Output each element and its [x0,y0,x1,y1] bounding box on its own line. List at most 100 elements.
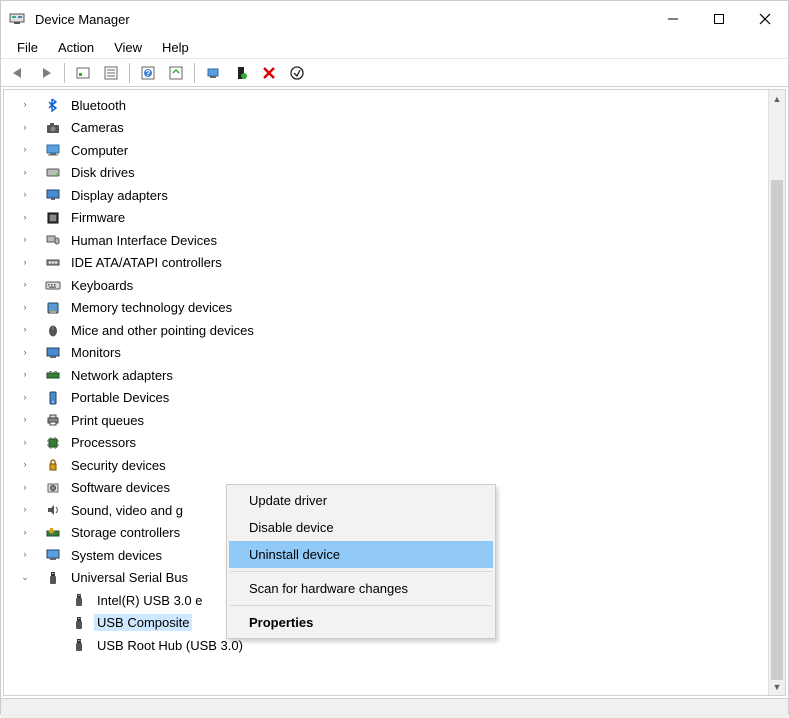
portable-icon [42,389,64,407]
tree-category[interactable]: › Processors [12,432,768,455]
collapse-icon[interactable]: ⌄ [18,571,32,585]
expand-icon[interactable]: › [18,391,32,405]
menu-view[interactable]: View [106,38,150,57]
tree-item-label: Memory technology devices [68,299,235,316]
expand-icon[interactable]: › [18,458,32,472]
tree-category[interactable]: › Computer [12,139,768,162]
tree-item-label: USB Root Hub (USB 3.0) [94,637,246,654]
context-menu-item[interactable]: Update driver [229,487,493,514]
tree-category[interactable]: ›Security devices [12,454,768,477]
expand-icon[interactable]: › [18,166,32,180]
tree-item-label: Display adapters [68,187,171,204]
memorytech-icon [42,299,64,317]
tree-item-label: Monitors [68,344,124,361]
tree-item-label: Human Interface Devices [68,232,220,249]
system-icon [42,546,64,564]
menu-help[interactable]: Help [154,38,197,57]
tree-item-label: IDE ATA/ATAPI controllers [68,254,225,271]
tree-item-label: Computer [68,142,131,159]
tree-item-label: USB Composite [94,614,192,631]
context-menu-item[interactable]: Disable device [229,514,493,541]
menu-file[interactable]: File [9,38,46,57]
scroll-down-arrow[interactable]: ▼ [769,678,785,695]
context-menu-item[interactable]: Properties [229,609,493,636]
usb-icon [68,591,90,609]
forward-button[interactable] [33,61,59,85]
usb-icon [68,614,90,632]
expand-icon[interactable]: › [18,548,32,562]
window-title: Device Manager [35,12,130,27]
tree-category[interactable]: › Print queues [12,409,768,432]
usb-icon [42,569,64,587]
expand-icon[interactable]: › [18,188,32,202]
tree-category[interactable]: ›Bluetooth [12,94,768,117]
tree-item-label: Print queues [68,412,147,429]
expand-icon[interactable]: › [18,346,32,360]
expand-icon[interactable]: › [18,503,32,517]
security-icon [42,456,64,474]
expand-icon[interactable]: › [18,121,32,135]
tree-item-label: Processors [68,434,139,451]
expand-icon[interactable]: › [18,143,32,157]
tree-category[interactable]: › Display adapters [12,184,768,207]
tree-category[interactable]: › Keyboards [12,274,768,297]
expand-icon[interactable]: › [18,481,32,495]
tree-item-label: Intel(R) USB 3.0 e [94,592,206,609]
status-bar [1,698,788,718]
menu-bar: File Action View Help [1,37,788,59]
menu-action[interactable]: Action [50,38,102,57]
tree-category[interactable]: ›Cameras [12,117,768,140]
tree-category[interactable]: › Monitors [12,342,768,365]
properties-button[interactable] [98,61,124,85]
tree-category[interactable]: › Portable Devices [12,387,768,410]
expand-icon[interactable]: › [18,98,32,112]
hid-icon [42,231,64,249]
expand-icon[interactable]: › [18,256,32,270]
tree-item-label: Portable Devices [68,389,172,406]
expand-icon[interactable]: › [18,211,32,225]
show-hidden-button[interactable] [70,61,96,85]
maximize-button[interactable] [696,1,742,37]
tree-item-label: Sound, video and g [68,502,186,519]
action-button[interactable] [163,61,189,85]
storage-icon [42,524,64,542]
tree-category[interactable]: ›Disk drives [12,162,768,185]
sound-icon [42,501,64,519]
expand-icon[interactable]: › [18,278,32,292]
help-button[interactable]: ? [135,61,161,85]
tree-category[interactable]: › Memory technology devices [12,297,768,320]
expand-icon[interactable]: › [18,323,32,337]
uninstall-button[interactable] [256,61,282,85]
computer-icon [42,141,64,159]
back-button[interactable] [5,61,31,85]
tree-item-label: Mice and other pointing devices [68,322,257,339]
window-controls [650,1,788,37]
context-menu-item[interactable]: Uninstall device [229,541,493,568]
disable-button[interactable] [284,61,310,85]
network-icon [42,366,64,384]
tree-category[interactable]: › Human Interface Devices [12,229,768,252]
minimize-button[interactable] [650,1,696,37]
close-button[interactable] [742,1,788,37]
expand-icon[interactable]: › [18,368,32,382]
expand-icon[interactable]: › [18,301,32,315]
tree-category[interactable]: › Mice and other pointing devices [12,319,768,342]
expand-icon[interactable]: › [18,413,32,427]
update-driver-button[interactable] [200,61,226,85]
tree-category[interactable]: › IDE ATA/ATAPI controllers [12,252,768,275]
scroll-up-arrow[interactable]: ▲ [769,90,785,107]
expand-icon[interactable]: › [18,233,32,247]
scroll-thumb[interactable] [771,180,783,680]
tree-category[interactable]: ›Network adapters [12,364,768,387]
expand-icon[interactable]: › [18,526,32,540]
tree-item-label: System devices [68,547,165,564]
printer-icon [42,411,64,429]
expand-icon[interactable]: › [18,436,32,450]
keyboard-icon [42,276,64,294]
tree-item-label: Keyboards [68,277,136,294]
vertical-scrollbar[interactable]: ▲ ▼ [768,90,785,695]
tree-category[interactable]: ›Firmware [12,207,768,230]
monitor-icon [42,344,64,362]
context-menu-item[interactable]: Scan for hardware changes [229,575,493,602]
scan-hardware-button[interactable] [228,61,254,85]
